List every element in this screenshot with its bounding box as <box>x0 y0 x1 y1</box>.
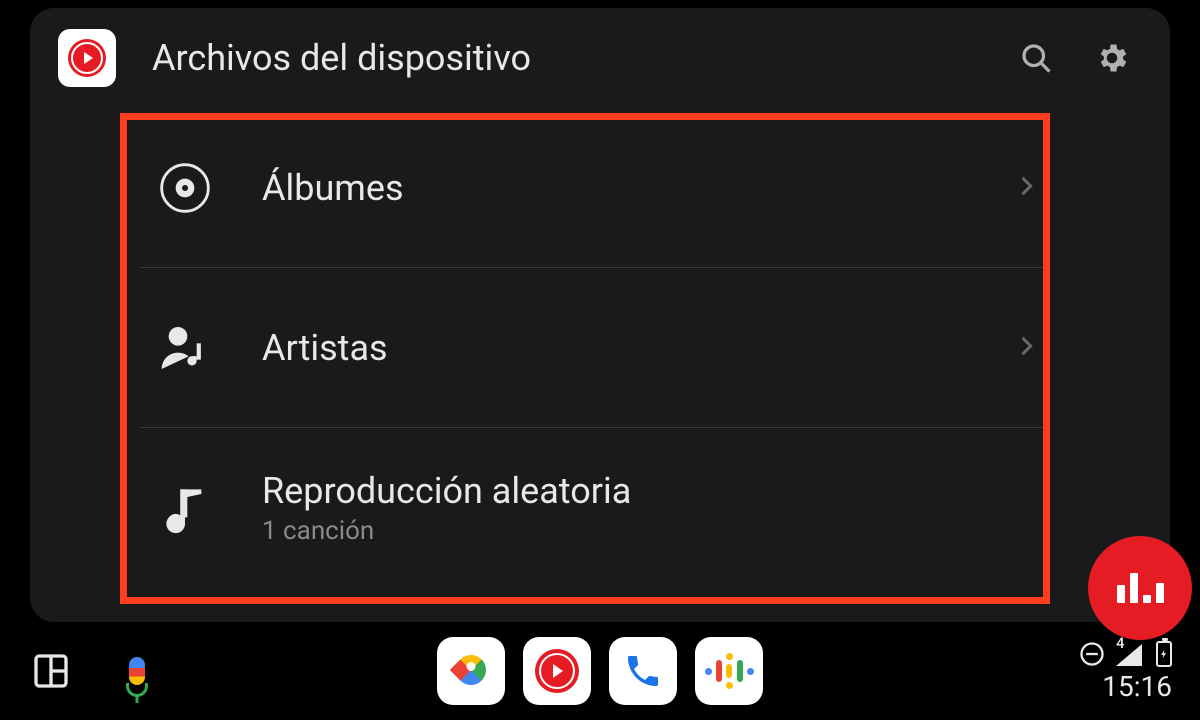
system-navbar: 4 15:16 <box>0 622 1200 720</box>
equalizer-icon <box>1117 573 1164 603</box>
ytmusic-icon <box>535 649 579 693</box>
list-item-subtitle: 1 canción <box>262 516 1040 546</box>
list-item-label: Álbumes <box>262 167 1012 209</box>
app-card: Archivos del dispositivo Álbumes Arti <box>30 8 1170 622</box>
chevron-right-icon <box>1012 332 1040 364</box>
mic-icon <box>129 657 145 685</box>
dock-app-ytmusic[interactable] <box>523 637 591 705</box>
maps-icon <box>453 653 489 689</box>
now-playing-fab[interactable] <box>1088 536 1192 640</box>
dock-app-phone[interactable] <box>609 637 677 705</box>
signal-icon: 4 <box>1116 642 1146 666</box>
dock-app-assistant[interactable] <box>695 637 763 705</box>
list-item-albums[interactable]: Álbumes <box>140 108 1050 268</box>
dnd-icon <box>1078 640 1106 668</box>
artist-icon <box>150 313 220 383</box>
dock-app-maps[interactable] <box>437 637 505 705</box>
album-icon <box>150 153 220 223</box>
assistant-icon <box>705 653 754 689</box>
status-icons: 4 <box>1078 640 1172 668</box>
app-grid-button[interactable] <box>28 648 74 694</box>
list-item-label: Artistas <box>262 327 1012 369</box>
search-button[interactable] <box>1006 28 1066 88</box>
app-logo-icon[interactable] <box>58 29 116 87</box>
menu-list: Álbumes Artistas Reproducción aleatoria <box>30 108 1170 622</box>
list-item-shuffle[interactable]: Reproducción aleatoria 1 canción <box>140 428 1050 588</box>
list-item-label: Reproducción aleatoria <box>262 470 1040 512</box>
voice-assistant-button[interactable] <box>114 648 160 694</box>
battery-charging-icon <box>1156 641 1172 667</box>
page-title: Archivos del dispositivo <box>152 37 990 79</box>
chevron-right-icon <box>1012 172 1040 204</box>
dock <box>437 637 763 705</box>
search-icon <box>1018 40 1054 76</box>
app-grid-icon <box>31 651 71 691</box>
gear-icon <box>1094 40 1130 76</box>
phone-icon <box>623 651 663 691</box>
list-item-artists[interactable]: Artistas <box>140 268 1050 428</box>
settings-button[interactable] <box>1082 28 1142 88</box>
music-note-icon <box>150 473 220 543</box>
header: Archivos del dispositivo <box>30 8 1170 108</box>
status-clock: 15:16 <box>1102 670 1172 703</box>
